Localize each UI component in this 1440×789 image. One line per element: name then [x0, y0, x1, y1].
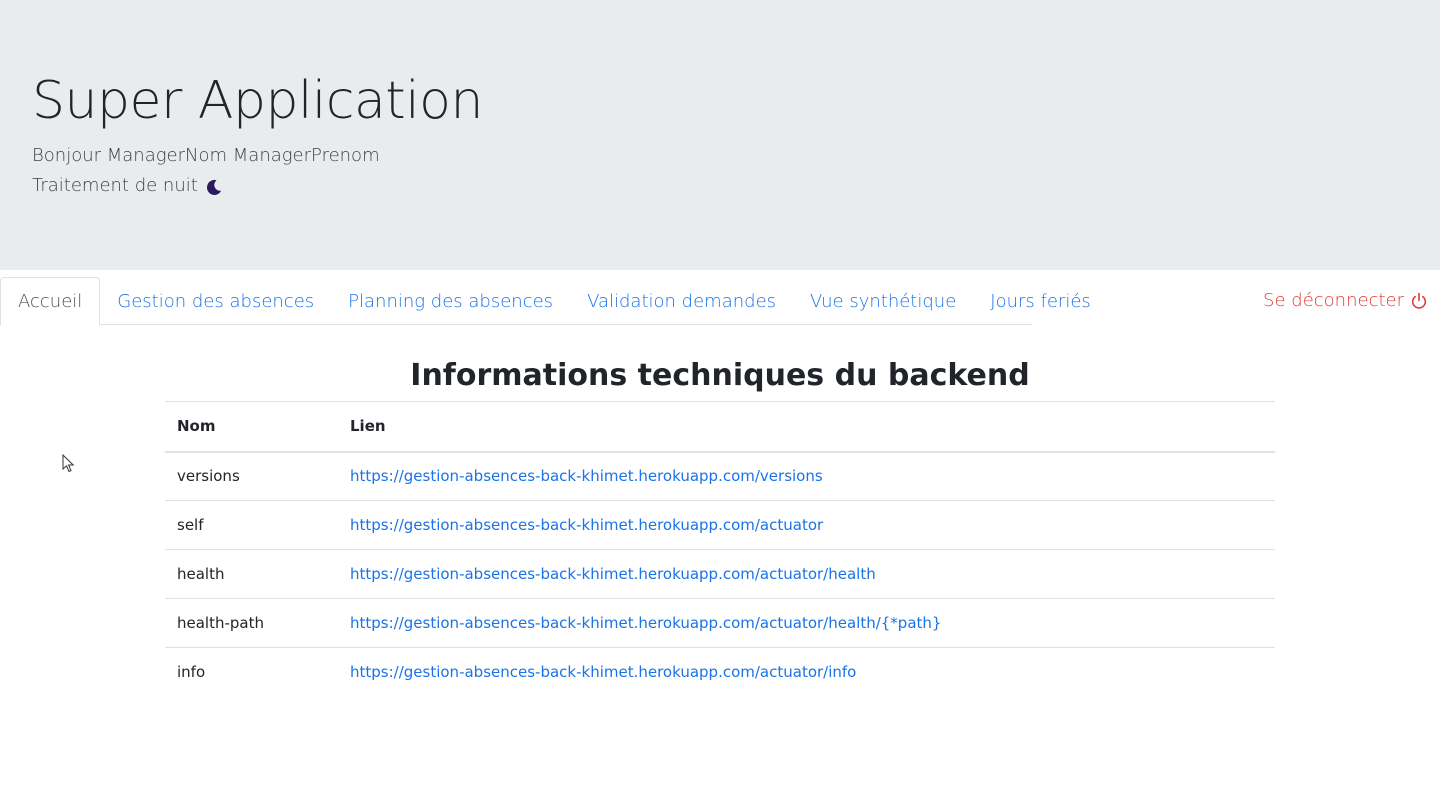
- logout-button[interactable]: Se déconnecter: [1263, 290, 1428, 311]
- tab-planning-absences[interactable]: Planning des absences: [331, 277, 570, 325]
- main-nav-tabs: Accueil Gestion des absences Planning de…: [0, 277, 1091, 326]
- table-row: self https://gestion-absences-back-khime…: [165, 500, 1275, 550]
- backend-info-table: Nom Lien versions https://gestion-absenc…: [165, 401, 1275, 697]
- row-link-cell: https://gestion-absences-back-khimet.her…: [338, 549, 1275, 599]
- table-row: health-path https://gestion-absences-bac…: [165, 598, 1275, 648]
- tab-accueil[interactable]: Accueil: [0, 277, 101, 326]
- column-header-nom: Nom: [165, 401, 338, 453]
- tab-validation-demandes[interactable]: Validation demandes: [570, 277, 793, 325]
- night-processing-label: Traitement de nuit: [32, 175, 198, 196]
- row-link-cell: https://gestion-absences-back-khimet.her…: [338, 451, 1275, 501]
- row-link[interactable]: https://gestion-absences-back-khimet.her…: [350, 516, 823, 534]
- row-link[interactable]: https://gestion-absences-back-khimet.her…: [350, 614, 941, 632]
- app-title: Super Application: [32, 71, 483, 131]
- page-title: Informations techniques du backend: [410, 358, 1030, 393]
- row-link-cell: https://gestion-absences-back-khimet.her…: [338, 598, 1275, 648]
- power-icon: [1411, 292, 1427, 309]
- moon-icon[interactable]: [204, 177, 224, 197]
- column-header-lien: Lien: [338, 401, 1275, 453]
- table-row: info https://gestion-absences-back-khime…: [165, 647, 1275, 697]
- row-link-cell: https://gestion-absences-back-khimet.her…: [338, 647, 1275, 697]
- logout-label: Se déconnecter: [1263, 290, 1404, 311]
- row-link[interactable]: https://gestion-absences-back-khimet.her…: [350, 663, 856, 681]
- row-link-cell: https://gestion-absences-back-khimet.her…: [338, 500, 1275, 550]
- row-link[interactable]: https://gestion-absences-back-khimet.her…: [350, 565, 876, 583]
- row-link[interactable]: https://gestion-absences-back-khimet.her…: [350, 467, 823, 485]
- header-banner: Super Application Bonjour ManagerNom Man…: [0, 0, 1440, 270]
- mouse-cursor-icon: [62, 454, 75, 473]
- tab-vue-synthetique[interactable]: Vue synthétique: [793, 277, 973, 325]
- tab-gestion-absences[interactable]: Gestion des absences: [100, 277, 331, 325]
- night-processing[interactable]: Traitement de nuit: [32, 174, 224, 198]
- table-row: versions https://gestion-absences-back-k…: [165, 451, 1275, 501]
- row-name: health-path: [165, 598, 338, 648]
- row-name: self: [165, 500, 338, 550]
- tab-jours-feries[interactable]: Jours feriés: [973, 277, 1108, 325]
- row-name: health: [165, 549, 338, 599]
- row-name: versions: [165, 451, 338, 501]
- row-name: info: [165, 647, 338, 697]
- table-header-row: Nom Lien: [165, 401, 1275, 453]
- table-row: health https://gestion-absences-back-khi…: [165, 549, 1275, 599]
- greeting-text: Bonjour ManagerNom ManagerPrenom: [32, 145, 380, 166]
